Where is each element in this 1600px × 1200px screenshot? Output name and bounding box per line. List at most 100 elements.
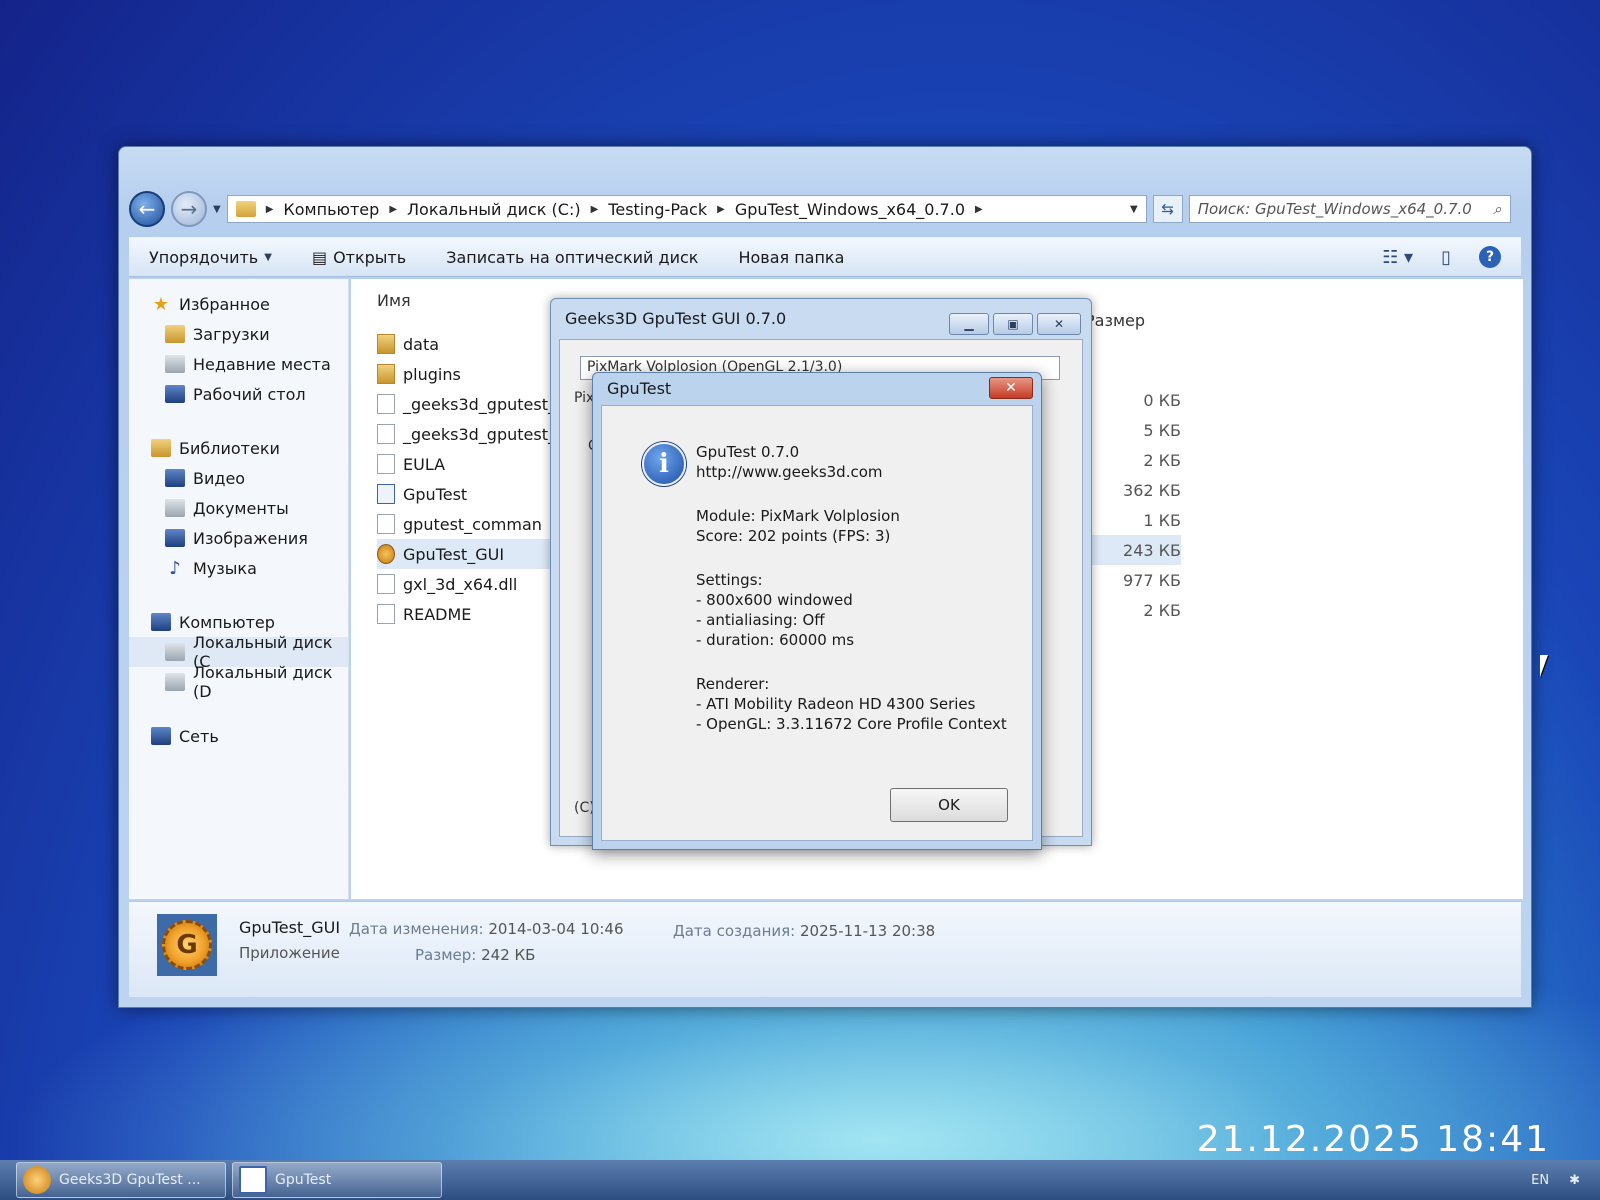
details-size-value: 242 КБ (481, 946, 536, 964)
list-item[interactable]: EULA (377, 449, 557, 479)
system-tray: EN ✱ (1531, 1173, 1580, 1188)
info-icon: i (642, 442, 686, 486)
chevron-right-icon[interactable]: ▶ (975, 204, 983, 215)
ok-button[interactable]: OK (890, 788, 1008, 822)
breadcrumb-testing-pack[interactable]: Testing-Pack (608, 200, 707, 219)
gputest-gear-icon (23, 1166, 51, 1194)
taskbar: Geeks3D GpuTest ... GpuTest EN ✱ (0, 1160, 1600, 1200)
file-list: data plugins _geeks3d_gputest_ _geeks3d_… (377, 329, 557, 629)
breadcrumb-gputest-folder[interactable]: GpuTest_Windows_x64_0.7.0 (735, 200, 965, 219)
details-file-name: GpuTest_GUI (239, 918, 341, 937)
sidebar-item-downloads[interactable]: Загрузки (129, 319, 348, 349)
close-button[interactable]: ✕ (1037, 313, 1081, 335)
list-item[interactable]: _geeks3d_gputest_ (377, 389, 557, 419)
refresh-button[interactable]: ⇆ (1152, 195, 1183, 223)
sidebar-item-documents[interactable]: Документы (129, 493, 348, 523)
close-button[interactable]: ✕ (989, 377, 1033, 399)
dialog-title: GpuTest (607, 379, 672, 398)
view-controls: ☷ ▾ ▯ ? (1382, 246, 1501, 268)
back-button[interactable]: ← (129, 191, 165, 227)
sidebar-item-network[interactable]: Сеть (129, 721, 348, 751)
file-name: README (403, 604, 472, 624)
folder-icon (377, 364, 395, 384)
dll-file-icon (377, 574, 395, 594)
list-item[interactable]: _geeks3d_gputest_ (377, 419, 557, 449)
list-item-selected[interactable]: GpuTest_GUI (377, 539, 557, 569)
breadcrumb-drive-c[interactable]: Локальный диск (C:) (407, 200, 581, 219)
list-item[interactable]: data (377, 329, 557, 359)
star-icon: ★ (152, 293, 170, 315)
new-folder-button[interactable]: Новая папка (738, 248, 844, 267)
details-size: Размер: 242 КБ (415, 946, 535, 964)
sidebar-item-video[interactable]: Видео (129, 463, 348, 493)
desktop-icon (165, 385, 185, 403)
preview-pane-icon[interactable]: ▯ (1441, 247, 1451, 268)
history-dropdown-icon[interactable]: ▼ (213, 204, 221, 215)
list-item[interactable]: README (377, 599, 557, 629)
list-item[interactable]: gxl_3d_x64.dll (377, 569, 557, 599)
sidebar-label: Изображения (193, 528, 308, 548)
chevron-right-icon[interactable]: ▶ (591, 204, 599, 215)
sidebar-label: Избранное (179, 294, 270, 314)
application-icon (377, 484, 395, 504)
sidebar-item-desktop[interactable]: Рабочий стол (129, 379, 348, 409)
search-icon[interactable]: ⌕ (1493, 200, 1501, 218)
column-header-name[interactable]: Имя (377, 291, 411, 310)
organize-button[interactable]: Упорядочить ▼ (149, 248, 272, 267)
list-item[interactable]: gputest_comman (377, 509, 557, 539)
file-name: GpuTest (403, 484, 468, 504)
help-icon[interactable]: ? (1479, 246, 1501, 268)
sidebar-item-libraries[interactable]: Библиотеки (129, 433, 348, 463)
open-label: Открыть (333, 247, 407, 267)
details-created: Дата создания: 2025-11-13 20:38 (673, 922, 935, 940)
open-button[interactable]: ▤ Открыть (312, 248, 406, 267)
chevron-right-icon[interactable]: ▶ (389, 204, 397, 215)
maximize-button[interactable]: ▣ (993, 313, 1033, 335)
address-bar[interactable]: ▶ Компьютер ▶ Локальный диск (C:) ▶ Test… (226, 195, 1147, 223)
chevron-right-icon[interactable]: ▶ (717, 204, 725, 215)
downloads-folder-icon (165, 325, 185, 343)
breadcrumb-computer[interactable]: Компьютер (283, 200, 379, 219)
taskbar-label: GpuTest (275, 1172, 332, 1188)
taskbar-item-gputest[interactable]: GpuTest (232, 1162, 442, 1198)
dialog-body: i GpuTest 0.7.0 http://www.geeks3d.com M… (601, 405, 1033, 841)
language-indicator[interactable]: EN (1531, 1173, 1549, 1188)
file-size: 5 КБ (1143, 420, 1181, 440)
bluetooth-icon[interactable]: ✱ (1569, 1173, 1580, 1188)
photo-timestamp: 21.12.2025 18:41 (1196, 1119, 1550, 1160)
sidebar-item-drive-d[interactable]: Локальный диск (D (129, 663, 348, 701)
network-icon (151, 727, 171, 745)
burn-disc-button[interactable]: Записать на оптический диск (446, 248, 698, 267)
list-item[interactable]: GpuTest (377, 479, 557, 509)
sidebar-item-music[interactable]: ♪ Музыка (129, 553, 348, 583)
message-line: Settings: (696, 571, 763, 589)
details-modified: Дата изменения: 2014-03-04 10:46 (349, 920, 624, 938)
pictures-library-icon (165, 529, 185, 547)
gputest-result-dialog: GpuTest ✕ i GpuTest 0.7.0 http://www.gee… (592, 372, 1042, 850)
sidebar-item-favorites[interactable]: ★ Избранное (129, 289, 348, 319)
details-pane: G GpuTest_GUI Приложение Дата изменения:… (129, 901, 1521, 997)
column-header-size[interactable]: Размер (1085, 311, 1145, 330)
details-created-label: Дата создания: (673, 922, 796, 940)
sidebar-item-recent-places[interactable]: Недавние места (129, 349, 348, 379)
sidebar-label: Рабочий стол (193, 384, 306, 404)
file-name: data (403, 334, 440, 354)
message-line: - OpenGL: 3.3.11672 Core Profile Context (696, 715, 1007, 733)
script-file-icon (377, 514, 395, 534)
address-dropdown-icon[interactable]: ▼ (1130, 204, 1138, 215)
sidebar-label: Недавние места (193, 354, 331, 374)
search-input[interactable]: Поиск: GpuTest_Windows_x64_0.7.0 ⌕ (1188, 195, 1511, 223)
list-item[interactable]: plugins (377, 359, 557, 389)
libraries-icon (151, 439, 171, 457)
chevron-right-icon[interactable]: ▶ (266, 204, 274, 215)
message-line: GpuTest 0.7.0 (696, 443, 800, 461)
dialog-message: GpuTest 0.7.0 http://www.geeks3d.com Mod… (696, 442, 1007, 734)
sidebar-item-pictures[interactable]: Изображения (129, 523, 348, 553)
message-line: http://www.geeks3d.com (696, 463, 883, 481)
minimize-button[interactable]: ▁ (949, 313, 989, 335)
details-size-label: Размер: (415, 946, 477, 964)
taskbar-item-gputest-gui[interactable]: Geeks3D GpuTest ... (16, 1162, 226, 1198)
forward-button[interactable]: → (171, 191, 207, 227)
view-options-icon[interactable]: ☷ ▾ (1382, 247, 1413, 268)
message-line: - duration: 60000 ms (696, 631, 855, 649)
